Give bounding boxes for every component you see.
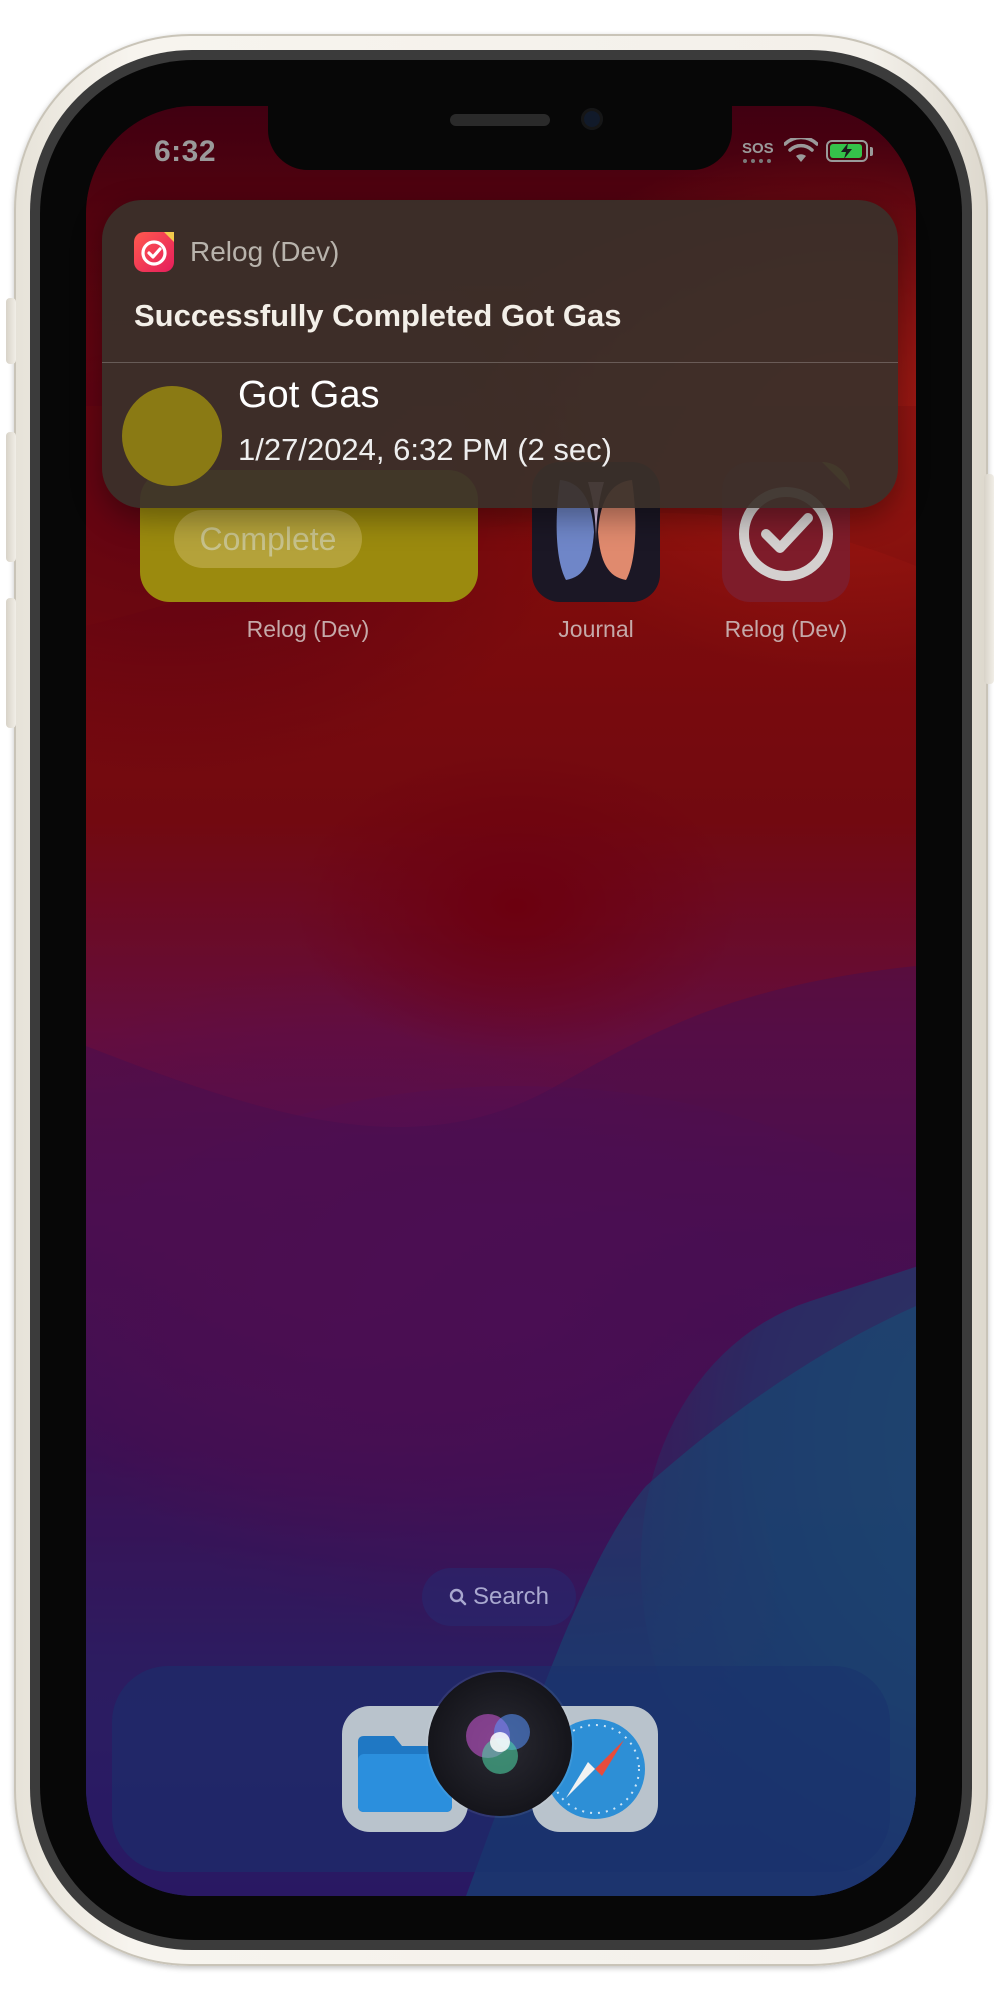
earpiece-speaker	[450, 114, 550, 126]
volume-up-button	[6, 432, 16, 562]
complete-button[interactable]: Complete	[174, 510, 362, 568]
relog-app-icon	[134, 232, 174, 272]
volume-down-button	[6, 598, 16, 728]
front-camera	[581, 108, 603, 130]
sos-indicator: SOS	[742, 140, 774, 157]
search-icon	[449, 1588, 467, 1606]
power-button	[984, 474, 994, 684]
status-time: 6:32	[154, 135, 217, 168]
sos-dots	[743, 159, 771, 163]
activity-name: Got Gas	[238, 374, 380, 416]
spotlight-search-button[interactable]: Search	[422, 1568, 576, 1626]
activity-detail: 1/27/2024, 6:32 PM (2 sec)	[238, 432, 612, 467]
battery-icon	[826, 140, 868, 162]
notification-app-name: Relog (Dev)	[190, 236, 340, 267]
battery-cap	[870, 147, 873, 156]
charging-bolt-icon	[841, 143, 852, 159]
activity-color-circle	[122, 386, 222, 486]
siri-orb-icon[interactable]	[428, 1672, 572, 1816]
wifi-icon	[784, 138, 818, 162]
search-label: Search	[472, 1583, 550, 1610]
app-label-relog-widget: Relog (Dev)	[246, 616, 370, 642]
notification-divider	[102, 362, 898, 363]
notification-title: Successfully Completed Got Gas	[134, 298, 622, 333]
app-label-relog: Relog (Dev)	[724, 616, 848, 642]
action-button	[6, 298, 16, 364]
app-label-journal: Journal	[558, 616, 634, 642]
